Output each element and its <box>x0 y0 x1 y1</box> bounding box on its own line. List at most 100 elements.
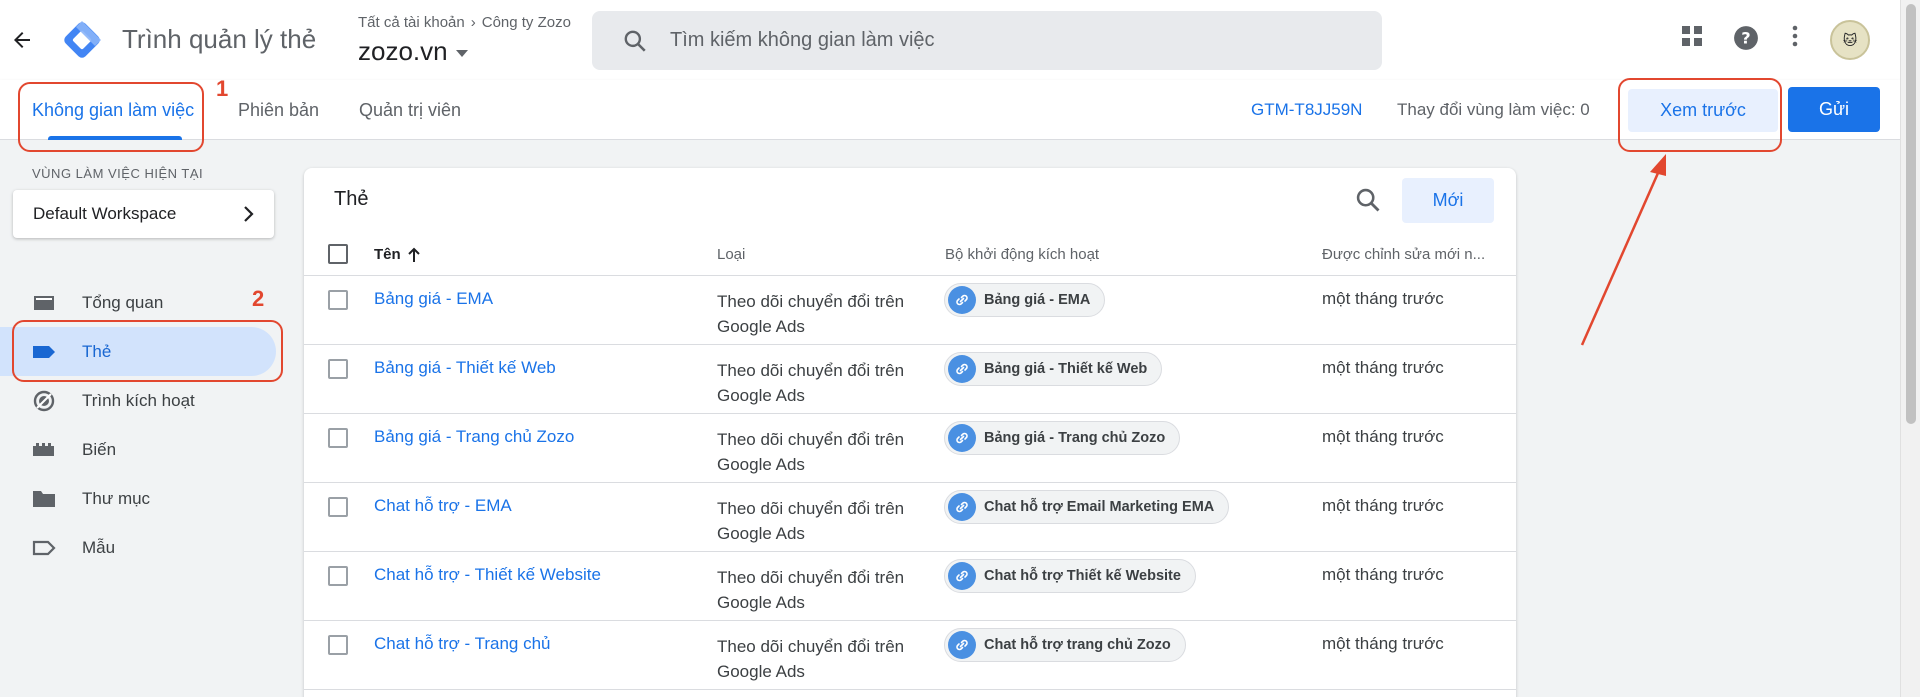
link-icon <box>948 286 976 314</box>
help-icon[interactable]: ? <box>1733 25 1759 51</box>
edited-time: một tháng trước <box>1322 427 1444 446</box>
apps-grid-icon[interactable] <box>1680 24 1704 48</box>
trigger-chip[interactable]: Bảng giá - Trang chủ Zozo <box>944 421 1181 455</box>
table-row[interactable]: Bảng giá - Trang chủ Zozo Theo dõi chuyể… <box>304 414 1516 483</box>
sidebar-item-variables[interactable]: Biến <box>12 425 276 474</box>
column-edited[interactable]: Được chỉnh sửa mới n... <box>1322 246 1485 263</box>
avatar[interactable]: 🐱 <box>1830 20 1870 60</box>
trigger-chip[interactable]: Chat hỗ trợ Email Marketing EMA <box>944 490 1230 524</box>
tab-workspace[interactable]: Không gian làm việc <box>32 100 194 121</box>
link-icon <box>948 355 976 383</box>
edited-time: một tháng trước <box>1322 289 1444 308</box>
workspace-heading: VÙNG LÀM VIỆC HIỆN TẠI <box>32 166 204 181</box>
trigger-name: Bảng giá - Thiết kế Web <box>984 361 1148 377</box>
page-scrollbar[interactable] <box>1900 0 1920 697</box>
workspace-name: Default Workspace <box>33 204 177 223</box>
app-title: Trình quản lý thẻ <box>122 24 317 54</box>
container-name: zozo.vn <box>358 36 448 66</box>
link-icon <box>948 493 976 521</box>
workspace-selector[interactable]: Default Workspace <box>13 190 274 238</box>
annotation-arrow <box>1580 154 1666 346</box>
edited-time: một tháng trước <box>1322 634 1444 653</box>
svg-text:?: ? <box>1741 28 1750 47</box>
trigger-chip[interactable]: Chat hỗ trợ trang chủ Zozo <box>944 628 1186 662</box>
breadcrumb-company[interactable]: Công ty Zozo <box>482 14 571 31</box>
table-row[interactable]: Chat hỗ trợ - Trang chủ Theo dõi chuyển … <box>304 621 1516 690</box>
sidebar-item-label: Thư mục <box>82 488 151 508</box>
sidebar-item-templates[interactable]: Mẫu <box>12 523 276 572</box>
sidebar-item-label: Biến <box>82 439 117 459</box>
trigger-chip[interactable]: Bảng giá - EMA <box>944 283 1106 317</box>
tag-name-link[interactable]: Bảng giá - Trang chủ Zozo <box>374 427 574 447</box>
row-checkbox[interactable] <box>328 359 348 379</box>
trigger-name: Chat hỗ trợ trang chủ Zozo <box>984 637 1171 653</box>
sidebar-item-folders[interactable]: Thư mục <box>12 474 276 523</box>
row-checkbox[interactable] <box>328 566 348 586</box>
trigger-name: Chat hỗ trợ Email Marketing EMA <box>984 499 1215 515</box>
tag-type: Theo dõi chuyển đổi trên Google Ads <box>717 292 905 336</box>
tab-admin[interactable]: Quản trị viên <box>359 100 461 121</box>
search-icon <box>624 30 646 52</box>
sidebar-item-label: Trình kích hoạt <box>82 390 195 410</box>
annotation-number-2: 2 <box>252 286 265 311</box>
tag-type: Theo dõi chuyển đổi trên Google Ads <box>717 568 905 612</box>
table-row[interactable]: Bảng giá - EMA Theo dõi chuyển đổi trên … <box>304 276 1516 345</box>
row-checkbox[interactable] <box>328 497 348 517</box>
search-input[interactable]: Tìm kiếm không gian làm việc <box>592 11 1382 70</box>
select-all-checkbox[interactable] <box>328 244 348 264</box>
container-selector[interactable]: zozo.vn <box>358 36 468 67</box>
tag-name-link[interactable]: Bảng giá - EMA <box>374 289 493 309</box>
trigger-name: Chat hỗ trợ Thiết kế Website <box>984 568 1181 584</box>
column-name[interactable]: Tên <box>374 246 421 263</box>
table-row[interactable]: Chat hỗ trợ - EMA Theo dõi chuyển đổi tr… <box>304 483 1516 552</box>
row-checkbox[interactable] <box>328 428 348 448</box>
column-trigger[interactable]: Bộ khởi động kích hoạt <box>945 246 1099 263</box>
overview-icon <box>34 296 54 310</box>
sidebar-item-label: Thẻ <box>82 341 112 361</box>
table-row[interactable]: Chat hỗ trợ - Thiết kế Website Theo dõi … <box>304 552 1516 621</box>
tab-versions[interactable]: Phiên bản <box>238 100 319 121</box>
search-placeholder: Tìm kiếm không gian làm việc <box>670 29 935 51</box>
tag-name-link[interactable]: Bảng giá - Thiết kế Web <box>374 358 556 378</box>
tag-name-link[interactable]: Chat hỗ trợ - Trang chủ <box>374 634 551 654</box>
row-checkbox[interactable] <box>328 635 348 655</box>
sidebar-item-tags[interactable]: Thẻ <box>0 327 276 376</box>
tag-type: Theo dõi chuyển đổi trên Google Ads <box>717 361 905 405</box>
row-checkbox[interactable] <box>328 290 348 310</box>
table-row[interactable]: Bảng giá - Thiết kế Web Theo dõi chuyển … <box>304 345 1516 414</box>
tag-name-link[interactable]: Chat hỗ trợ - Thiết kế Website <box>374 565 601 585</box>
edited-time: một tháng trước <box>1322 565 1444 584</box>
more-vert-icon[interactable] <box>1783 24 1807 48</box>
trigger-icon <box>33 390 55 412</box>
search-icon[interactable] <box>1354 186 1382 214</box>
sidebar-item-overview[interactable]: Tổng quan <box>12 278 276 327</box>
template-icon <box>32 540 56 556</box>
folder-icon <box>33 491 55 507</box>
annotation-number-1: 1 <box>216 76 229 101</box>
card-title: Thẻ <box>334 188 369 210</box>
edited-time: một tháng trước <box>1322 358 1444 377</box>
new-tag-button[interactable]: Mới <box>1402 178 1494 223</box>
table-header: Tên Loại Bộ khởi động kích hoạt Được chỉ… <box>304 232 1516 276</box>
tags-card: Thẻ Mới Tên Loại Bộ khởi động kích hoạt … <box>304 168 1516 697</box>
trigger-chip[interactable]: Chat hỗ trợ Thiết kế Website <box>944 559 1196 593</box>
breadcrumb-all-accounts[interactable]: Tất cả tài khoản <box>358 14 465 31</box>
variable-icon <box>33 443 54 456</box>
sort-ascending-icon <box>407 247 420 262</box>
container-id[interactable]: GTM-T8JJ59N <box>1251 100 1362 120</box>
sidebar-nav: Tổng quan Thẻ Trình kích hoạt Biến Thư m… <box>0 278 276 572</box>
column-type[interactable]: Loại <box>717 246 745 263</box>
workspace-nav: Không gian làm việc Phiên bản Quản trị v… <box>0 80 1900 140</box>
breadcrumb: Tất cả tài khoản › Công ty Zozo <box>358 14 571 31</box>
preview-button[interactable]: Xem trước <box>1628 89 1778 132</box>
tag-icon <box>33 346 55 358</box>
workspace-changes: Thay đổi vùng làm việc: 0 <box>1397 100 1590 119</box>
back-arrow-icon[interactable] <box>10 28 34 52</box>
trigger-name: Bảng giá - Trang chủ Zozo <box>984 430 1166 446</box>
trigger-chip[interactable]: Bảng giá - Thiết kế Web <box>944 352 1163 386</box>
submit-button[interactable]: Gửi <box>1788 87 1880 132</box>
trigger-name: Bảng giá - EMA <box>984 292 1091 308</box>
sidebar-item-triggers[interactable]: Trình kích hoạt <box>12 376 276 425</box>
tag-name-link[interactable]: Chat hỗ trợ - EMA <box>374 496 512 516</box>
scrollbar-thumb[interactable] <box>1906 4 1916 424</box>
